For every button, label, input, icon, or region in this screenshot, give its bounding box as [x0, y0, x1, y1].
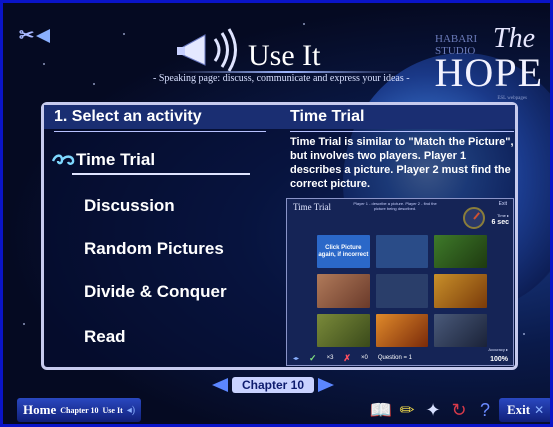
star	[23, 323, 25, 325]
star	[523, 333, 525, 335]
activity-item-random-pictures[interactable]: Random Pictures	[84, 239, 224, 259]
preview-picture	[375, 313, 429, 347]
preview-wrong: ×0	[360, 355, 368, 361]
activity-item-read[interactable]: Read	[84, 327, 126, 347]
activity-item-time-trial[interactable]: Time Trial	[50, 150, 155, 170]
breadcrumb-chapter: Chapter 10	[60, 405, 99, 415]
close-icon: ✕	[534, 402, 545, 417]
preview-correct: ×3	[326, 355, 334, 361]
chapter-label: Chapter 10	[232, 377, 315, 393]
star	[43, 63, 45, 65]
exit-button[interactable]: Exit ✕	[499, 398, 550, 422]
preview-picture	[375, 274, 429, 308]
logo-footer: ESL webpages	[497, 96, 527, 101]
screen: ✂ Use It - Speaking page: discuss, commu…	[3, 3, 550, 424]
app-window: ✂ Use It - Speaking page: discuss, commu…	[0, 0, 553, 427]
timer-dial-icon	[463, 207, 485, 229]
chapter-nav: Chapter 10	[212, 377, 335, 393]
tools-icon[interactable]: ✂	[19, 25, 34, 46]
activity-detail-heading: Time Trial	[290, 108, 365, 125]
preview-nav-arrows-icon: ◂▸	[293, 355, 300, 362]
back-arrow-icon[interactable]	[36, 28, 51, 43]
activity-item-discussion[interactable]: Discussion	[84, 196, 175, 216]
megaphone-icon	[177, 28, 237, 72]
home-button[interactable]: Home Chapter 10 Use It ◂)	[17, 398, 142, 422]
activity-description: Time Trial is similar to "Match the Pict…	[290, 136, 514, 190]
activity-preview[interactable]: Time Trial Player 1 - describe a picture…	[286, 198, 514, 366]
preview-picture	[317, 313, 370, 347]
help-icon[interactable]: ?	[475, 400, 495, 420]
refresh-icon[interactable]: ↻	[449, 400, 469, 420]
check-icon: ✓	[309, 352, 317, 363]
prev-chapter-arrow-icon[interactable]	[212, 378, 228, 392]
star	[303, 23, 305, 25]
selected-swirl-icon	[51, 154, 75, 165]
logo-hope: HOPE	[434, 50, 543, 95]
exit-label: Exit	[507, 402, 531, 417]
preview-tip: Click Picture again, if incorrect	[317, 235, 370, 269]
home-label: Home	[23, 402, 57, 417]
pencil-icon[interactable]: ✏	[397, 400, 417, 420]
preview-accuracy-label: Accuracy ▸	[488, 347, 508, 352]
activity-item-divide-conquer[interactable]: Divide & Conquer	[84, 282, 227, 302]
page-title: Use It	[248, 39, 321, 72]
preview-footer: ◂▸ ✓ ×3 ✗ ×0 Question = 1	[287, 351, 513, 365]
select-activity-heading: 1. Select an activity	[54, 108, 202, 125]
next-chapter-arrow-icon[interactable]	[318, 378, 335, 392]
top-left-nav[interactable]: ✂	[19, 25, 51, 46]
preview-title: Time Trial	[293, 202, 331, 212]
preview-time-value: 6 sec	[491, 219, 509, 226]
page-subtitle: - Speaking page: discuss, communicate an…	[153, 73, 410, 84]
preview-picture	[434, 274, 487, 308]
the-hope-logo: HABARI STUDIO The HOPE ESL webpages	[435, 19, 545, 107]
selected-underline	[72, 173, 250, 175]
content-panel: 1. Select an activity Time Trial Time Tr…	[41, 102, 518, 370]
preview-picture	[434, 313, 487, 347]
preview-picture-grid: Click Picture again, if incorrect	[317, 235, 487, 347]
preview-picture	[317, 274, 370, 308]
preview-exit: Exit	[498, 201, 507, 207]
preview-accuracy-value: 100%	[490, 356, 508, 363]
book-icon[interactable]: 📖	[370, 400, 392, 420]
speaker-icon[interactable]: ◂)	[127, 405, 135, 416]
compass-icon[interactable]: ✦	[423, 400, 443, 420]
heading-divider	[290, 131, 514, 132]
breadcrumb-use-it: Use It	[102, 405, 123, 415]
star	[123, 33, 125, 35]
bottom-bar: Home Chapter 10 Use It ◂) 📖 ✏ ✦ ↻ ? Exit…	[3, 398, 550, 424]
bottom-tool-icons: 📖 ✏ ✦ ↻ ?	[370, 400, 495, 420]
preview-picture	[434, 235, 487, 269]
star	[93, 83, 95, 85]
heading-divider	[54, 131, 266, 132]
cross-icon: ✗	[343, 352, 351, 363]
preview-time-label: Time ▸	[497, 213, 509, 218]
preview-instructions: Player 1 - describe a picture. Player 2 …	[353, 201, 437, 211]
activity-label: Time Trial	[76, 150, 156, 169]
preview-question: Question = 1	[377, 355, 413, 361]
preview-picture	[375, 235, 429, 269]
